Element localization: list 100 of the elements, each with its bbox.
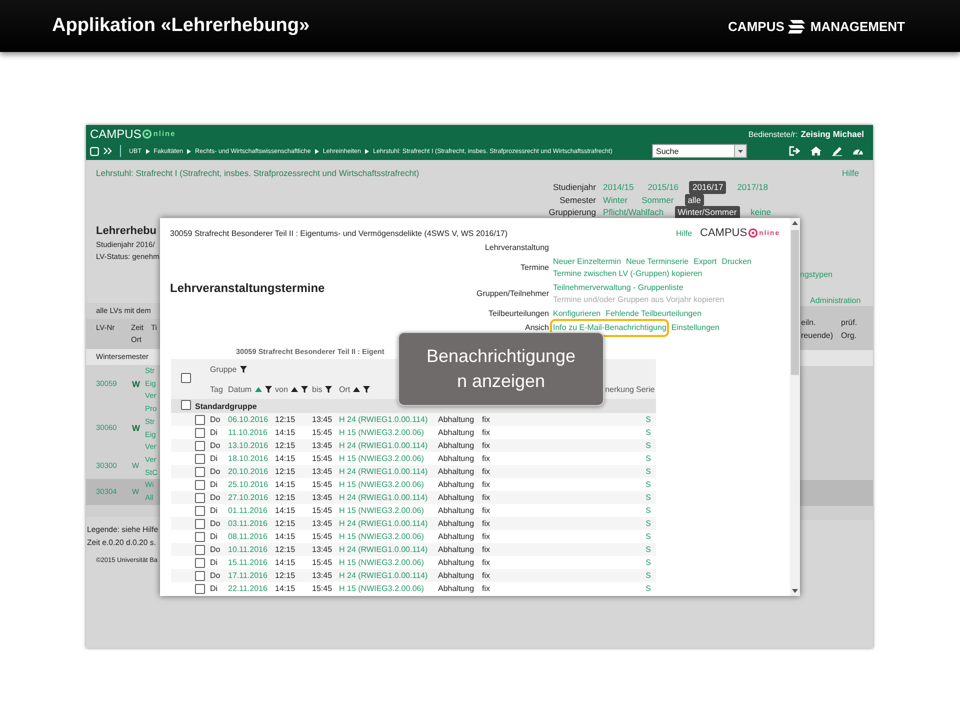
room-link[interactable]: H 15 (NWIEG3.2.00.06): [339, 558, 438, 567]
room-link[interactable]: H 24 (RWIEG1.0.00.114): [339, 493, 438, 502]
filter-option[interactable]: 2014/15: [600, 181, 637, 194]
filter-option[interactable]: 2016/17: [689, 181, 726, 194]
column-header[interactable]: bis: [312, 384, 332, 394]
room-link[interactable]: H 15 (NWIEG3.2.00.06): [339, 428, 438, 437]
room-link[interactable]: H 15 (NWIEG3.2.00.06): [339, 532, 438, 541]
date-link[interactable]: 03.11.2016: [228, 519, 275, 528]
action-link[interactable]: Neuer Einzeltermin: [553, 256, 622, 268]
series-link[interactable]: S: [636, 480, 656, 489]
checkbox[interactable]: [195, 584, 205, 594]
filter-option[interactable]: Pflicht/Wahlfach: [600, 206, 667, 218]
series-link[interactable]: S: [636, 571, 656, 580]
checkbox[interactable]: [195, 466, 205, 476]
checkbox[interactable]: [195, 518, 205, 528]
home-icon[interactable]: [810, 146, 822, 156]
column-header[interactable]: Datum: [228, 384, 272, 394]
date-link[interactable]: 27.10.2016: [228, 493, 275, 502]
checkbox[interactable]: [195, 544, 205, 554]
action-link[interactable]: Info zu E-Mail-Benachrichtigung: [553, 322, 666, 334]
filter-option[interactable]: keine: [748, 206, 774, 218]
room-link[interactable]: H 24 (RWIEG1.0.00.114): [339, 519, 438, 528]
column-header[interactable]: Tag: [210, 384, 223, 394]
filter-option[interactable]: 2017/18: [734, 181, 771, 194]
checkbox[interactable]: [181, 373, 191, 383]
sort-icon[interactable]: [290, 386, 298, 392]
checkbox[interactable]: [195, 532, 205, 542]
sort-icon[interactable]: [353, 386, 360, 392]
action-link[interactable]: Export: [694, 256, 717, 268]
room-link[interactable]: H 15 (NWIEG3.2.00.06): [339, 454, 438, 463]
series-link[interactable]: S: [636, 545, 656, 554]
nav-link[interactable]: Administration: [810, 296, 861, 305]
date-link[interactable]: 15.11.2016: [228, 558, 275, 567]
action-link[interactable]: Fehlende Teilbeurteilungen: [606, 308, 702, 320]
date-link[interactable]: 22.11.2016: [228, 584, 275, 593]
room-link[interactable]: H 24 (RWIEG1.0.00.114): [339, 415, 438, 424]
checkbox[interactable]: [195, 428, 205, 438]
series-link[interactable]: S: [636, 493, 656, 502]
scrollbar[interactable]: [790, 218, 800, 596]
action-link[interactable]: Teilnehmerverwaltung - Gruppenliste: [553, 282, 684, 294]
help-link[interactable]: Hilfe: [676, 228, 692, 238]
room-link[interactable]: H 24 (RWIEG1.0.00.114): [339, 441, 438, 450]
filter-icon[interactable]: [240, 366, 247, 372]
room-link[interactable]: H 24 (RWIEG1.0.00.114): [339, 545, 438, 554]
date-link[interactable]: 25.10.2016: [228, 480, 275, 489]
caret-icon[interactable]: [792, 221, 798, 225]
checkbox[interactable]: [195, 506, 205, 516]
date-link[interactable]: 13.10.2016: [228, 441, 275, 450]
filter-icon[interactable]: [300, 386, 308, 392]
help-link[interactable]: Hilfe: [842, 168, 859, 181]
series-link[interactable]: S: [636, 454, 656, 463]
filter-option[interactable]: Winter: [600, 194, 631, 206]
action-link[interactable]: Termine zwischen LV (-Gruppen) kopieren: [553, 268, 702, 280]
checkbox[interactable]: [195, 414, 205, 424]
checkbox[interactable]: [195, 480, 205, 490]
series-link[interactable]: S: [636, 506, 656, 515]
checkbox[interactable]: [195, 454, 205, 464]
filter-option[interactable]: alle: [684, 194, 704, 206]
checkbox[interactable]: [195, 558, 205, 568]
filter-option[interactable]: 2015/16: [644, 181, 682, 194]
logout-icon[interactable]: [789, 146, 801, 156]
series-link[interactable]: S: [636, 558, 656, 567]
checkbox[interactable]: [181, 400, 191, 410]
action-link[interactable]: Neue Terminserie: [626, 256, 689, 268]
column-header[interactable]: Serie: [636, 384, 655, 394]
date-link[interactable]: 20.10.2016: [228, 467, 275, 476]
pencil-icon[interactable]: [831, 146, 843, 156]
date-link[interactable]: 10.11.2016: [228, 545, 275, 554]
chevrons-icon[interactable]: [103, 147, 112, 155]
column-header[interactable]: von: [275, 384, 308, 394]
date-link[interactable]: 08.11.2016: [228, 532, 275, 541]
sidebar-toggle-icon[interactable]: [90, 146, 99, 156]
column-header[interactable]: Ort: [339, 384, 370, 394]
date-link[interactable]: 18.10.2016: [228, 454, 275, 463]
date-link[interactable]: 06.10.2016: [228, 415, 275, 424]
series-link[interactable]: S: [636, 415, 656, 424]
nav-link[interactable]: ngstypen: [800, 270, 832, 279]
checkbox[interactable]: [195, 570, 205, 580]
room-link[interactable]: H 15 (NWIEG3.2.00.06): [339, 584, 438, 593]
room-link[interactable]: H 15 (NWIEG3.2.00.06): [339, 506, 438, 515]
checkbox[interactable]: [195, 440, 205, 450]
filter-option[interactable]: Sommer: [638, 194, 677, 206]
series-link[interactable]: S: [636, 584, 656, 593]
checkbox[interactable]: [195, 492, 205, 502]
filter-icon[interactable]: [325, 386, 332, 392]
room-link[interactable]: H 24 (RWIEG1.0.00.114): [339, 467, 438, 476]
search-select[interactable]: Suche: [652, 144, 747, 158]
date-link[interactable]: 01.11.2016: [228, 506, 275, 515]
filter-option[interactable]: Winter/Sommer: [674, 206, 740, 218]
room-link[interactable]: H 15 (NWIEG3.2.00.06): [339, 480, 438, 489]
breadcrumb-heading-link[interactable]: Lehrstuhl: Strafrecht I (Strafrecht, insbes. Strafprozessrecht und Wirtschaftsstrafrecht): [96, 168, 420, 181]
date-link[interactable]: 17.11.2016: [228, 571, 275, 580]
room-link[interactable]: H 24 (RWIEG1.0.00.114): [339, 571, 438, 580]
action-link[interactable]: Drucken: [722, 256, 752, 268]
series-link[interactable]: S: [636, 428, 656, 437]
series-link[interactable]: S: [636, 467, 656, 476]
filter-icon[interactable]: [264, 386, 272, 392]
caret-icon[interactable]: [792, 589, 798, 593]
column-header[interactable]: nerkung: [605, 384, 636, 394]
action-link[interactable]: Einstellungen: [671, 322, 720, 334]
